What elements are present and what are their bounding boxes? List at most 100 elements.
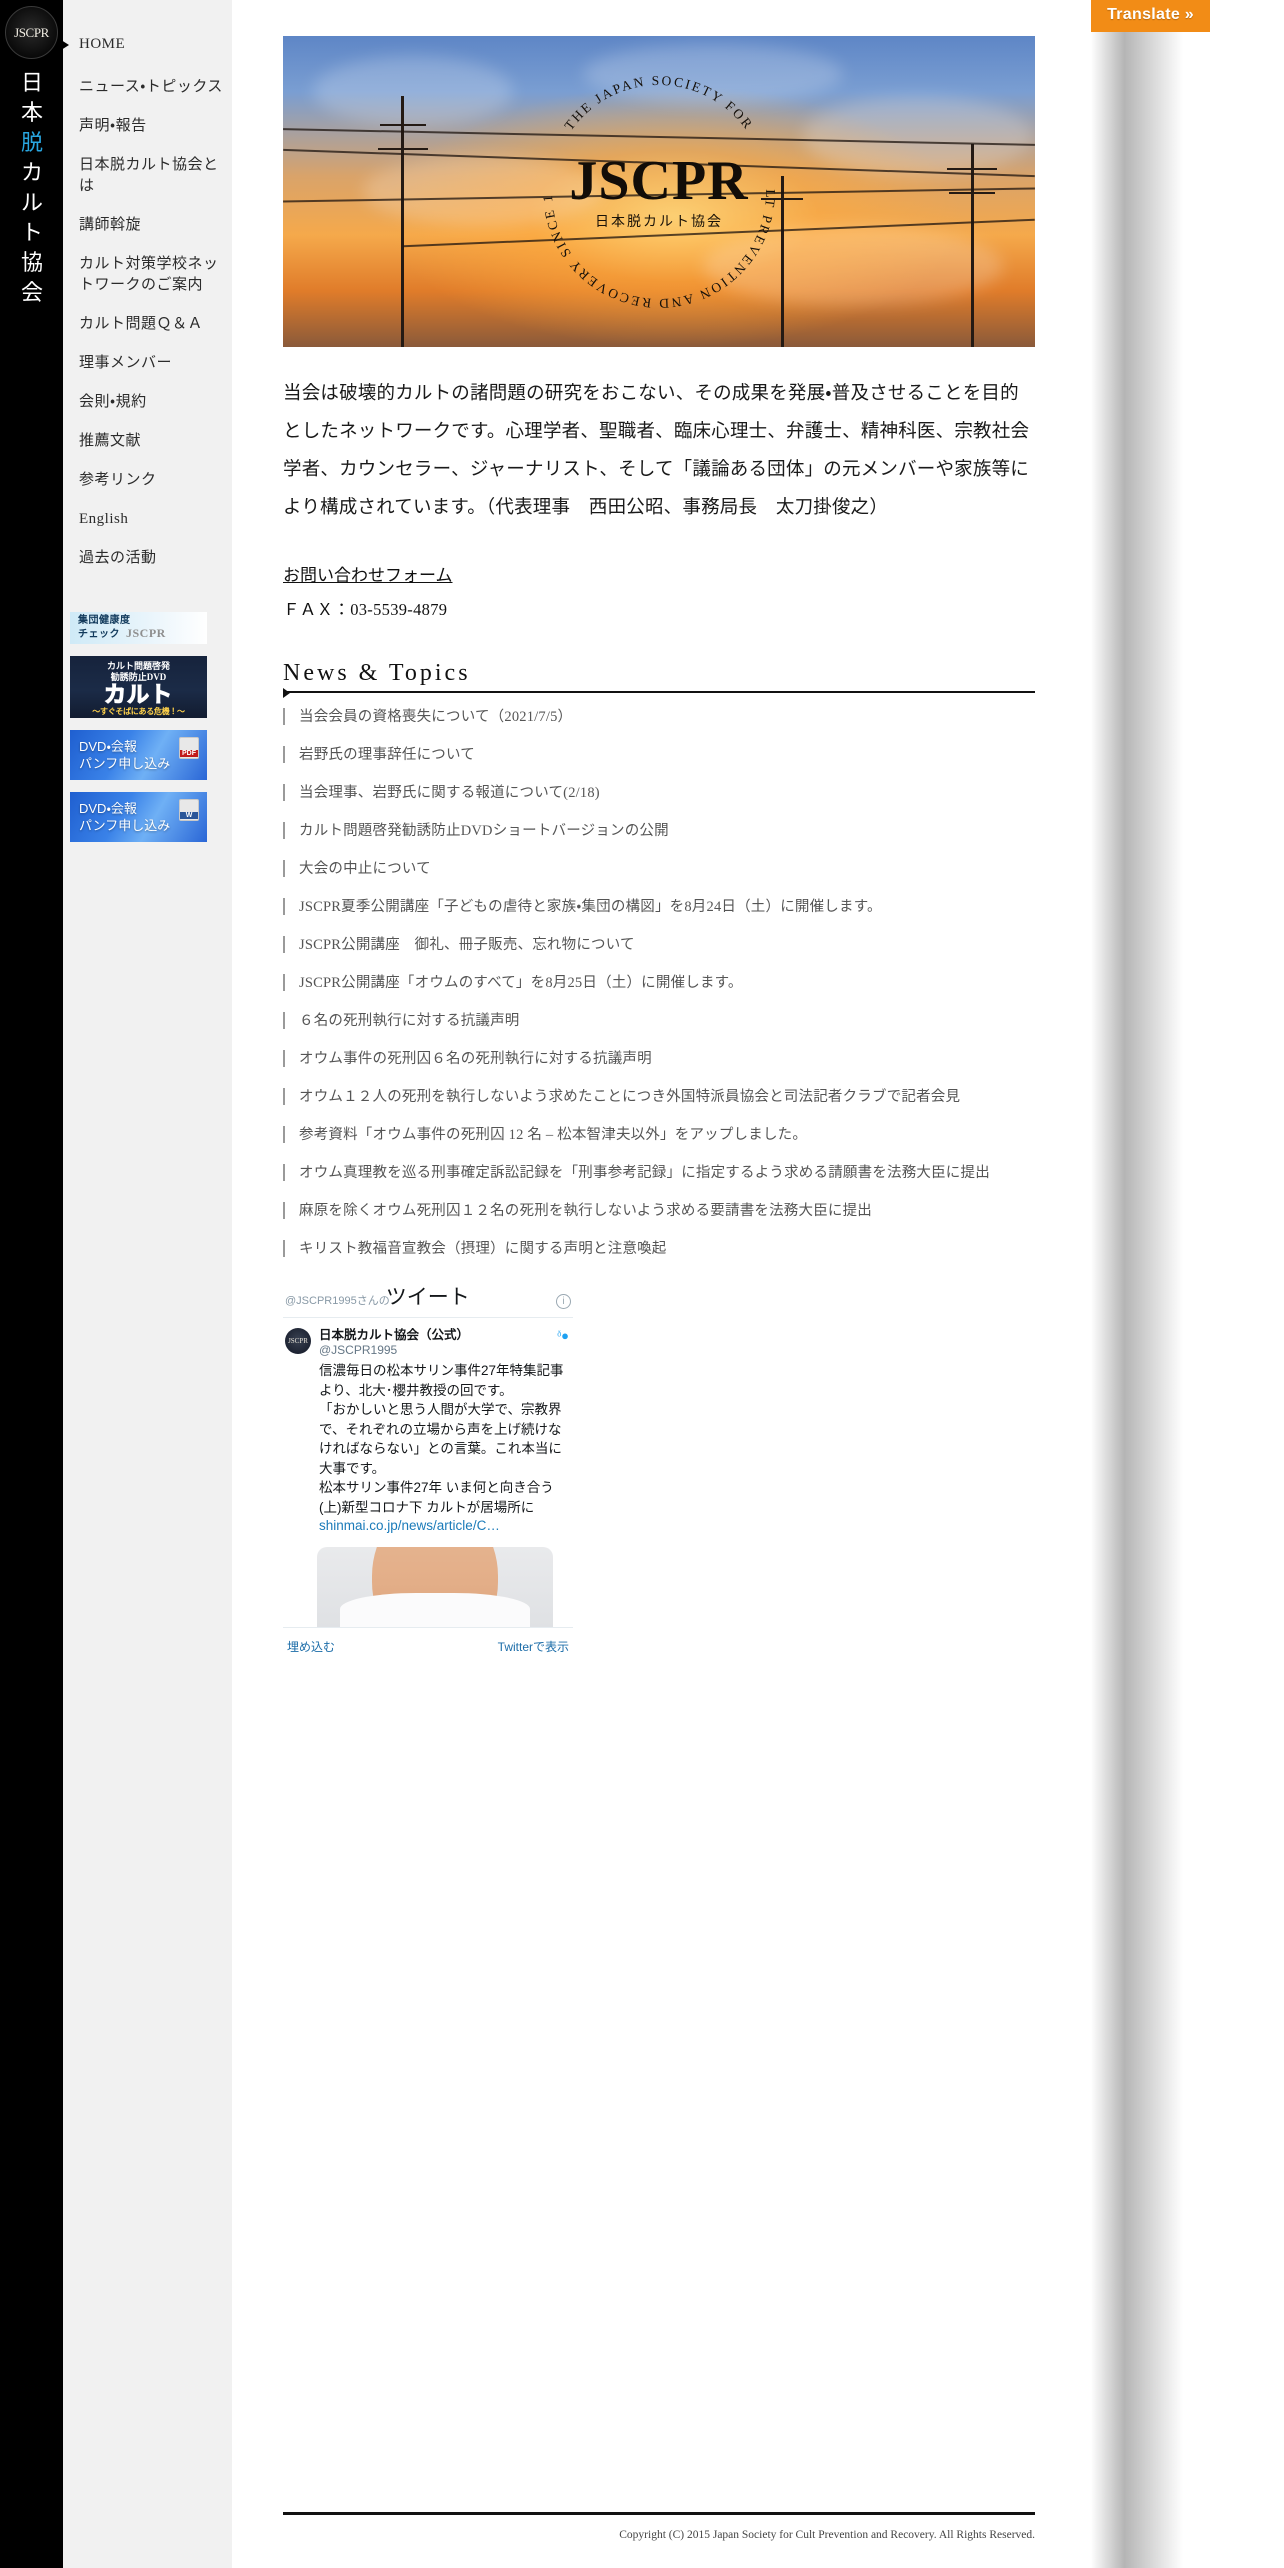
twitter-header-handle: @JSCPR1995さんの [285,1295,390,1307]
translate-button[interactable]: Translate » [1091,0,1210,32]
word-icon: W [179,799,199,821]
banner-title: カルト [103,682,173,707]
sidebar-item-12[interactable]: English [63,509,232,530]
sidebar-item-label: カルト対策学校ネットワークのご案内 [79,256,219,293]
cloud-shape [803,96,1033,176]
fax-number: ＦＡＸ：03-5539-4879 [283,600,448,619]
tweet-account-handle[interactable]: @JSCPR1995 [319,1343,571,1358]
brand-char: ト [20,220,43,245]
sidebar-item-2[interactable]: ニュース・トピックス [63,77,232,98]
brand-char: 本 [20,100,43,125]
banner-group-health-check[interactable]: 集団健康度 チェック JSCPR [70,612,207,644]
sidebar-item-13[interactable]: 過去の活動 [63,548,232,569]
news-item[interactable]: JSCPR公開講座 御礼、冊子販売、忘れ物について [283,935,1035,955]
jscpr-logo-badge[interactable]: JSCPR [5,6,58,59]
arc-upper-text: THE JAPAN SOCIETY FOR [561,72,756,132]
sidebar-item-label: ニュース・トピックス [79,79,223,95]
copyright-text: Copyright (C) 2015 Japan Society for Cul… [619,2529,1035,2541]
news-item[interactable]: 麻原を除くオウム死刑囚１２名の死刑を執行しないよう求める要請書を法務大臣に提出 [283,1201,1035,1221]
pole-crossbar [378,148,428,150]
tweet-item: JSCPR ᶞ● 日本脱カルト協会（公式） @JSCPR1995 信濃毎日の松本… [283,1318,573,1533]
news-item[interactable]: JSCPR夏季公開講座「子どもの虐待と家族・集団の構図」を8月24日（土）に開催… [283,897,1035,917]
sidebar-item-1[interactable]: HOME [58,34,232,55]
brand-char: ル [20,190,43,215]
main-navigation: HOME ニュース・トピックス 声明・報告日本脱カルト協会とは講師斡旋カルト対策学校… [58,0,232,587]
sidebar-item-8[interactable]: 理事メンバー [63,353,232,374]
utility-pole [401,96,404,347]
news-item[interactable]: オウム真理教を巡る刑事確定訴訟記録を「刑事参考記録」に指定するよう求める請願書を… [283,1163,1035,1183]
pole-crossbar [949,192,995,194]
contact-form-link[interactable]: お問い合わせフォーム [283,561,453,586]
tweet-account-name[interactable]: 日本脱カルト協会（公式） [319,1328,571,1343]
news-item[interactable]: 参考資料「オウム事件の死刑囚 12 名 – 松本智津夫以外」をアップしました。 [283,1125,1035,1145]
avatar[interactable]: JSCPR [285,1328,311,1354]
twitter-widget-footer: 埋め込む Twitterで表示 [283,1627,573,1661]
twitter-header-title: ツイート [385,1286,470,1309]
sidebar-item-5[interactable]: 講師斡旋 [63,215,232,236]
news-item[interactable]: JSCPR公開講座「オウムのすべて」を8月25日（土）に開催します。 [283,973,1035,993]
sidebar-banners: 集団健康度 チェック JSCPR カルト問題啓発 勧誘防止DVD カルト ～すぐそばにある危… [70,612,212,854]
banner-dvd-pamphlet-word[interactable]: DVD・会報 パンフ申し込み W [70,792,207,842]
twitter-timeline-widget: @JSCPR1995さんの ツイート i JSCPR ᶞ● 日本脱カルト協会（公… [283,1277,573,1661]
brand-char: 日 [20,70,43,95]
arc-lower-text: CULT PREVENTION AND RECOVERY SINCE 1995 [534,67,778,311]
banner-label: 集団健康度 チェック JSCPR [78,615,166,640]
pdf-icon: PDF [179,737,199,759]
sidebar-item-label: 過去の活動 [79,550,157,566]
sidebar-item-4[interactable]: 日本脱カルト協会とは [63,155,232,197]
intro-paragraph: 当会は破壊的カルトの諸問題の研究をおこない、その成果を発展・普及させることを目的… [283,384,1030,518]
twitter-view-link[interactable]: Twitterで表示 [498,1638,569,1655]
cloud-shape [313,56,513,126]
news-item[interactable]: オウム事件の死刑囚６名の死刑執行に対する抗議声明 [283,1049,1035,1069]
news-item[interactable]: オウム１２人の死刑を執行しないよう求めたことにつき外国特派員協会と司法記者クラブ… [283,1087,1035,1107]
news-item[interactable]: ６名の死刑執行に対する抗議声明 [283,1011,1035,1031]
news-item[interactable]: 大会の中止について [283,859,1035,879]
hero-banner: THE JAPAN SOCIETY FOR CULT PREVENTION AN… [283,36,1035,347]
banner-top-line: カルト問題啓発 [106,661,170,671]
banner-subtitle: ～すぐそばにある危機！～ [92,707,185,716]
sidebar-item-10[interactable]: 推薦文献 [63,431,232,452]
sidebar-item-label: 推薦文献 [79,433,142,449]
tweet-text: 信濃毎日の松本サリン事件27年特集記事より、北大･櫻井教授の回です。 「おかしい… [319,1363,564,1515]
info-icon[interactable]: i [556,1294,571,1309]
jscpr-logo-text: JSCPR [14,24,49,40]
sidebar-item-label: 声明・報告 [79,118,147,134]
news-item[interactable]: 当会理事、岩野氏に関する報道について(2/18) [283,783,1035,803]
active-arrow-icon [58,38,69,52]
brand-char: 脱 [20,130,43,155]
page-root: JSCPR 日本脱カルト協会 HOME ニュース・トピックス 声明・報告 日本脱カルト… [0,0,1284,2568]
brand-char: 会 [20,280,43,305]
tweet-photo[interactable] [317,1547,553,1627]
sidebar-item-label: 日本脱カルト協会とは [79,157,219,194]
sidebar-item-label: English [79,511,129,527]
banner-cult-dvd[interactable]: カルト問題啓発 勧誘防止DVD カルト ～すぐそばにある危機！～ [70,656,207,718]
twitter-embed-link[interactable]: 埋め込む [287,1638,335,1655]
hero-jscpr-emblem: THE JAPAN SOCIETY FOR CULT PREVENTION AN… [534,67,784,317]
twitter-widget-header: @JSCPR1995さんの ツイート i [283,1277,573,1318]
sidebar-item-label: 会則・規約 [79,394,147,410]
banner-label: DVD・会報 パンフ申し込み [79,739,171,771]
brand-vertical-title: 日本脱カルト協会 [6,68,58,308]
twitter-bird-icon: ᶞ● [557,1328,569,1343]
sidebar-item-label: 講師斡旋 [79,217,142,233]
sidebar-item-3[interactable]: 声明・報告 [63,116,232,137]
sidebar-black-column [0,0,63,2568]
news-item[interactable]: 当会会員の資格喪失について（2021/7/5） [283,707,1035,727]
contact-block: お問い合わせフォーム ＦＡＸ：03-5539-4879 [283,561,1035,620]
news-item[interactable]: 岩野氏の理事辞任について [283,745,1035,765]
sidebar-item-9[interactable]: 会則・規約 [63,392,232,413]
sidebar-item-6[interactable]: カルト対策学校ネットワークのご案内 [63,254,232,296]
main-content: THE JAPAN SOCIETY FOR CULT PREVENTION AN… [283,0,1035,1661]
pole-crossbar [947,168,997,170]
page-footer: Copyright (C) 2015 Japan Society for Cul… [283,2512,1035,2541]
news-item[interactable]: カルト問題啓発勧誘防止DVDショートバージョンの公開 [283,821,1035,841]
tweet-link[interactable]: shinmai.co.jp/news/article/C… [319,1518,571,1533]
news-heading: News & Topics [283,660,471,686]
banner-dvd-pamphlet-pdf[interactable]: DVD・会報 パンフ申し込み PDF [70,730,207,780]
sidebar-item-label: 参考リンク [79,472,157,488]
news-list: 当会会員の資格喪失について（2021/7/5） 岩野氏の理事辞任について 当会理事、… [283,707,1035,1259]
news-item[interactable]: キリスト教福音宣教会（摂理）に関する声明と注意喚起 [283,1239,1035,1259]
sidebar-item-11[interactable]: 参考リンク [63,470,232,491]
twitter-header-left: @JSCPR1995さんの ツイート [285,1281,470,1311]
sidebar-item-7[interactable]: カルト問題Ｑ＆Ａ [63,314,232,335]
